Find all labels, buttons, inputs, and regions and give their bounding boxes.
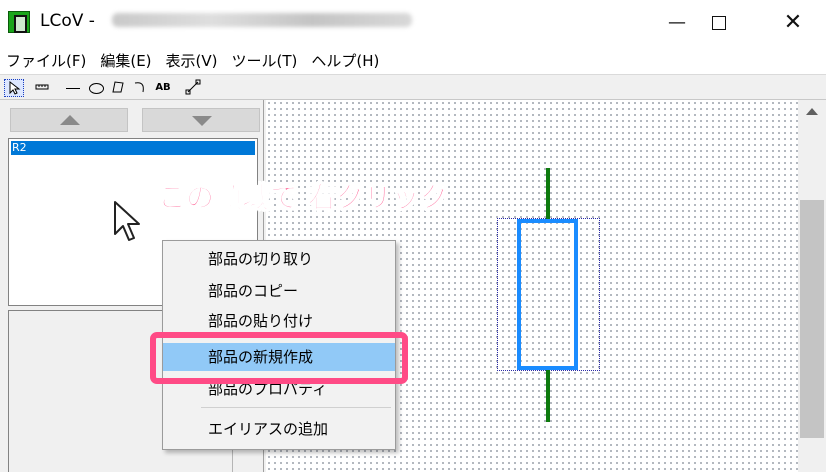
polygon-tool-icon[interactable] <box>110 79 126 97</box>
title-bar: LCoV - — ✕ <box>0 0 826 46</box>
arrow-up-icon <box>60 115 80 125</box>
highlight-frame <box>150 332 408 384</box>
ellipse-tool-icon[interactable] <box>88 79 104 97</box>
move-down-button[interactable] <box>142 108 260 132</box>
text-tool-icon[interactable]: AB <box>154 79 172 97</box>
arrow-down-icon <box>192 116 212 126</box>
menu-separator <box>201 407 391 408</box>
move-up-button[interactable] <box>10 108 128 132</box>
blurred-file-path <box>112 13 412 27</box>
list-item[interactable]: R2 <box>11 141 255 155</box>
select-tool-icon[interactable] <box>4 79 24 97</box>
line-tool-icon[interactable] <box>64 79 82 97</box>
vertical-scrollbar[interactable] <box>798 100 826 472</box>
menu-bar: ファイル(F) 編集(E) 表示(V) ツール(T) ヘルプ(H) <box>0 46 826 74</box>
menu-edit[interactable]: 編集(E) <box>100 50 151 71</box>
menu-item-copy-part[interactable]: 部品のコピー <box>163 277 395 305</box>
app-icon <box>8 11 30 33</box>
maximize-button[interactable] <box>690 0 748 46</box>
scroll-up-icon[interactable] <box>806 108 818 115</box>
menu-tools[interactable]: ツール(T) <box>232 50 298 71</box>
maximize-icon <box>712 16 726 30</box>
menu-item-paste-part[interactable]: 部品の貼り付け <box>163 307 395 335</box>
menu-help[interactable]: ヘルプ(H) <box>311 50 379 71</box>
resistor-body[interactable] <box>517 219 578 370</box>
menu-item-cut-part[interactable]: 部品の切り取り <box>163 245 395 273</box>
ruler-icon[interactable] <box>34 79 50 97</box>
mouse-pointer-icon <box>114 201 140 241</box>
resistor-lead-top <box>546 168 550 220</box>
menu-file[interactable]: ファイル(F) <box>6 50 86 71</box>
resistor-lead-bottom <box>546 370 550 422</box>
close-button[interactable]: ✕ <box>764 0 822 46</box>
tool-bar: AB <box>0 74 826 100</box>
annotation-text: この領域で 右クリック <box>158 181 449 215</box>
menu-view[interactable]: 表示(V) <box>166 50 218 71</box>
window-title: LCoV - <box>40 11 95 31</box>
scrollbar-thumb[interactable] <box>800 200 824 438</box>
arc-tool-icon[interactable] <box>132 79 148 97</box>
diagonal-line-icon[interactable] <box>184 79 202 97</box>
menu-item-add-alias[interactable]: エイリアスの追加 <box>163 415 395 443</box>
